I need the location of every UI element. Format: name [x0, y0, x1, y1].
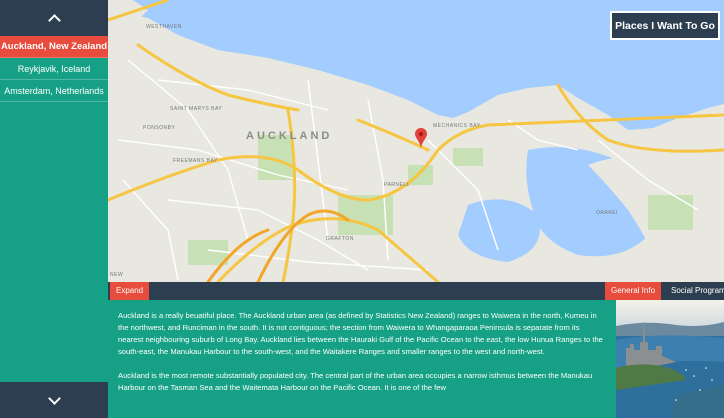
place-list: Auckland, New Zealand Reykjavik, Iceland…: [0, 36, 108, 102]
place-description: Auckland is a really beuatiful place. Th…: [108, 300, 616, 418]
tab-social-programs[interactable]: Social Programs: [665, 282, 724, 300]
places-sidebar: Auckland, New Zealand Reykjavik, Iceland…: [0, 0, 108, 418]
map-label-freemans-bay: FREEMANS BAY: [173, 158, 218, 164]
map-label-westhaven: WESTHAVEN: [146, 24, 182, 30]
chevron-down-icon: [47, 391, 61, 405]
map-view[interactable]: WESTHAVEN SAINT MARYS BAY PONSONBY FREEM…: [108, 0, 724, 282]
places-title-box: Places I Want To Go: [610, 11, 720, 40]
map-label-grafton: GRAFTON: [326, 236, 354, 242]
map-label-parnell: PARNELL: [384, 182, 410, 188]
map-label-mechanics-bay: MECHANICS BAY: [433, 123, 481, 129]
scroll-down-button[interactable]: [0, 382, 108, 418]
chevron-up-icon: [47, 13, 61, 27]
tab-general-info[interactable]: General Info: [605, 282, 662, 300]
description-paragraph: Auckland is the most remote substantiall…: [118, 371, 593, 392]
map-label-ponsonby: PONSONBY: [143, 125, 176, 131]
description-paragraph: Auckland is a really beuatiful place. Th…: [118, 311, 603, 356]
app-root: Auckland, New Zealand Reykjavik, Iceland…: [0, 0, 724, 418]
expand-button[interactable]: Expand: [110, 282, 150, 300]
scroll-up-button[interactable]: [0, 0, 108, 36]
map-label-newton: NEW: [110, 272, 124, 278]
place-item-auckland[interactable]: Auckland, New Zealand: [0, 36, 108, 58]
city-photo: [616, 300, 724, 418]
info-toolbar: Expand General Info Social Programs: [108, 282, 724, 300]
place-item-reykjavik[interactable]: Reykjavik, Iceland: [0, 58, 108, 80]
map-city-label: AUCKLAND: [246, 130, 333, 142]
place-item-amsterdam[interactable]: Amsterdam, Netherlands: [0, 80, 108, 102]
map-pin-icon[interactable]: [415, 128, 427, 150]
map-label-orakei: ORAKEI: [596, 210, 618, 216]
map-label-saint-marys-bay: SAINT MARYS BAY: [170, 106, 223, 112]
